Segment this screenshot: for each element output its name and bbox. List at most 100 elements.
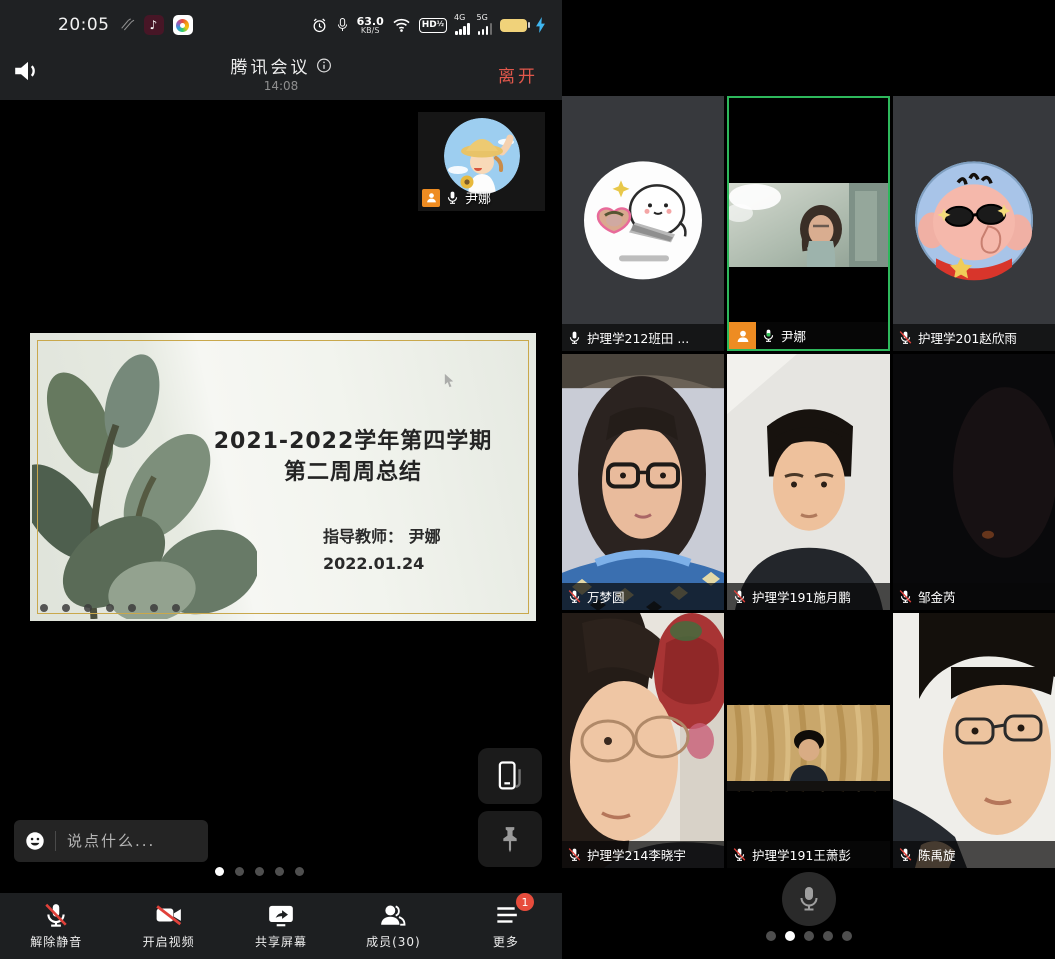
participant-namebar: 护理学201赵欣雨	[893, 324, 1055, 351]
pager-dot	[785, 931, 795, 941]
wifi-icon	[392, 17, 411, 33]
participant-name: 尹娜	[781, 326, 806, 345]
participant-name: 护理学214李晓宇	[587, 845, 686, 864]
participant-avatar	[914, 160, 1034, 280]
leave-button[interactable]: 离开	[492, 61, 544, 88]
share-screen-button[interactable]: 共享屏幕	[225, 902, 337, 950]
slide-title: 2021-2022学年第四学期 第二周周总结	[180, 427, 526, 489]
participant-name: 护理学201赵欣雨	[918, 328, 1017, 347]
unmute-button[interactable]: 解除静音	[0, 902, 112, 950]
participant-namebar: 万梦圆	[562, 583, 724, 610]
presenter-mini-toolbar	[40, 604, 180, 612]
chat-input-bar[interactable]	[14, 820, 208, 862]
participant-video	[727, 613, 890, 868]
participant-namebar: 护理学191王萧彭	[727, 841, 890, 868]
pager-dot	[275, 867, 284, 876]
shared-screen-slide: 2021-2022学年第四学期 第二周周总结 指导教师： 尹娜 2022.01.…	[30, 333, 536, 621]
top-bars: 20:05 ♪	[0, 0, 562, 100]
pin-button[interactable]	[478, 811, 542, 867]
meeting-main-view: 20:05 ♪	[0, 0, 562, 959]
charging-bolt-icon	[535, 17, 546, 33]
network-speed: 63.0 KB/S	[357, 16, 384, 35]
grid-mic-button[interactable]	[782, 872, 836, 926]
pager-dot	[295, 867, 304, 876]
mic-on-icon	[445, 190, 460, 205]
participant-tile[interactable]: 邹金芮	[893, 354, 1055, 610]
alarm-icon	[311, 17, 328, 34]
divider	[55, 831, 56, 851]
participant-tile[interactable]: 护理学214李晓宇	[562, 613, 724, 868]
pager-dot	[766, 931, 776, 941]
participant-namebar: 尹娜	[729, 322, 888, 349]
mic-in-use-icon	[336, 17, 349, 33]
more-badge: 1	[516, 893, 534, 911]
mic-muted-icon	[567, 847, 582, 862]
douyin-app-icon: ♪	[144, 15, 164, 35]
participant-name: 护理学212班田 ...	[587, 328, 689, 347]
mic-icon	[797, 886, 821, 912]
participant-tile-active-speaker[interactable]: 尹娜	[727, 96, 890, 351]
participant-namebar: 护理学191施月鹏	[727, 583, 890, 610]
self-video-tile[interactable]: 尹娜	[418, 112, 545, 211]
participant-tile[interactable]: 万梦圆	[562, 354, 724, 610]
meeting-title-block: 腾讯会议 14:08	[231, 53, 332, 93]
participant-video	[893, 354, 1055, 610]
members-button[interactable]: 成员(30)	[337, 902, 449, 950]
slide-subtitle: 指导教师： 尹娜 2022.01.24	[323, 523, 441, 577]
pager-dot	[215, 867, 224, 876]
signal-5g-icon: 5G	[478, 15, 493, 35]
mic-muted-icon	[732, 589, 747, 604]
participant-tile[interactable]: 护理学191王萧彭	[727, 613, 890, 868]
main-view-pager[interactable]	[215, 867, 304, 876]
host-badge-icon	[422, 189, 440, 207]
rotate-screen-button[interactable]	[478, 748, 542, 804]
participant-name: 护理学191王萧彭	[752, 845, 851, 864]
pager-dot	[804, 931, 814, 941]
participant-tile[interactable]: 陈禹旋	[893, 613, 1055, 868]
status-icons: 63.0 KB/S HD½ 4G	[311, 15, 546, 35]
self-avatar	[444, 118, 520, 194]
mic-muted-icon	[43, 902, 69, 928]
handwriting-icon	[119, 17, 135, 33]
participant-video	[562, 613, 724, 868]
grid-pager[interactable]	[766, 931, 852, 941]
self-name: 尹娜	[465, 188, 491, 207]
host-badge-icon	[729, 322, 756, 349]
participant-tile[interactable]: 护理学212班田 ...	[562, 96, 724, 351]
pager-dot	[235, 867, 244, 876]
status-bar: 20:05 ♪	[0, 0, 562, 50]
participant-avatar	[583, 160, 703, 280]
participants-grid: 护理学212班田 ...	[562, 96, 1055, 868]
mic-muted-icon	[898, 330, 913, 345]
participant-video	[562, 354, 724, 610]
participant-video	[893, 613, 1055, 868]
participant-tile[interactable]: 护理学201赵欣雨	[893, 96, 1055, 351]
pager-dot	[842, 931, 852, 941]
speaker-icon[interactable]	[12, 58, 44, 84]
signal-4g-icon: 4G	[455, 15, 470, 35]
phone-rotate-icon	[492, 759, 528, 793]
participant-video	[729, 183, 888, 267]
emoji-icon[interactable]	[24, 830, 46, 852]
self-name-row: 尹娜	[422, 188, 491, 207]
chat-message-input[interactable]	[65, 831, 179, 851]
participant-namebar: 护理学212班田 ...	[562, 324, 724, 351]
mic-muted-icon	[567, 589, 582, 604]
members-icon	[379, 902, 407, 928]
start-video-button[interactable]: 开启视频	[112, 902, 224, 950]
mic-on-icon	[567, 330, 582, 345]
participant-tile[interactable]: 护理学191施月鹏	[727, 354, 890, 610]
clock: 20:05	[58, 15, 110, 35]
pushpin-icon	[497, 825, 523, 853]
battery-icon	[500, 19, 527, 32]
more-button[interactable]: 1 更多	[450, 902, 562, 950]
participants-grid-page: 护理学212班田 ...	[562, 0, 1055, 959]
meeting-toolbar: 解除静音 开启视频 共享屏幕	[0, 893, 562, 959]
mic-muted-icon	[898, 589, 913, 604]
meeting-duration: 14:08	[231, 79, 332, 93]
photos-app-icon	[173, 15, 193, 35]
info-icon[interactable]	[317, 58, 332, 73]
participant-name: 护理学191施月鹏	[752, 587, 851, 606]
participant-video	[727, 354, 890, 610]
mouse-cursor	[444, 373, 454, 388]
